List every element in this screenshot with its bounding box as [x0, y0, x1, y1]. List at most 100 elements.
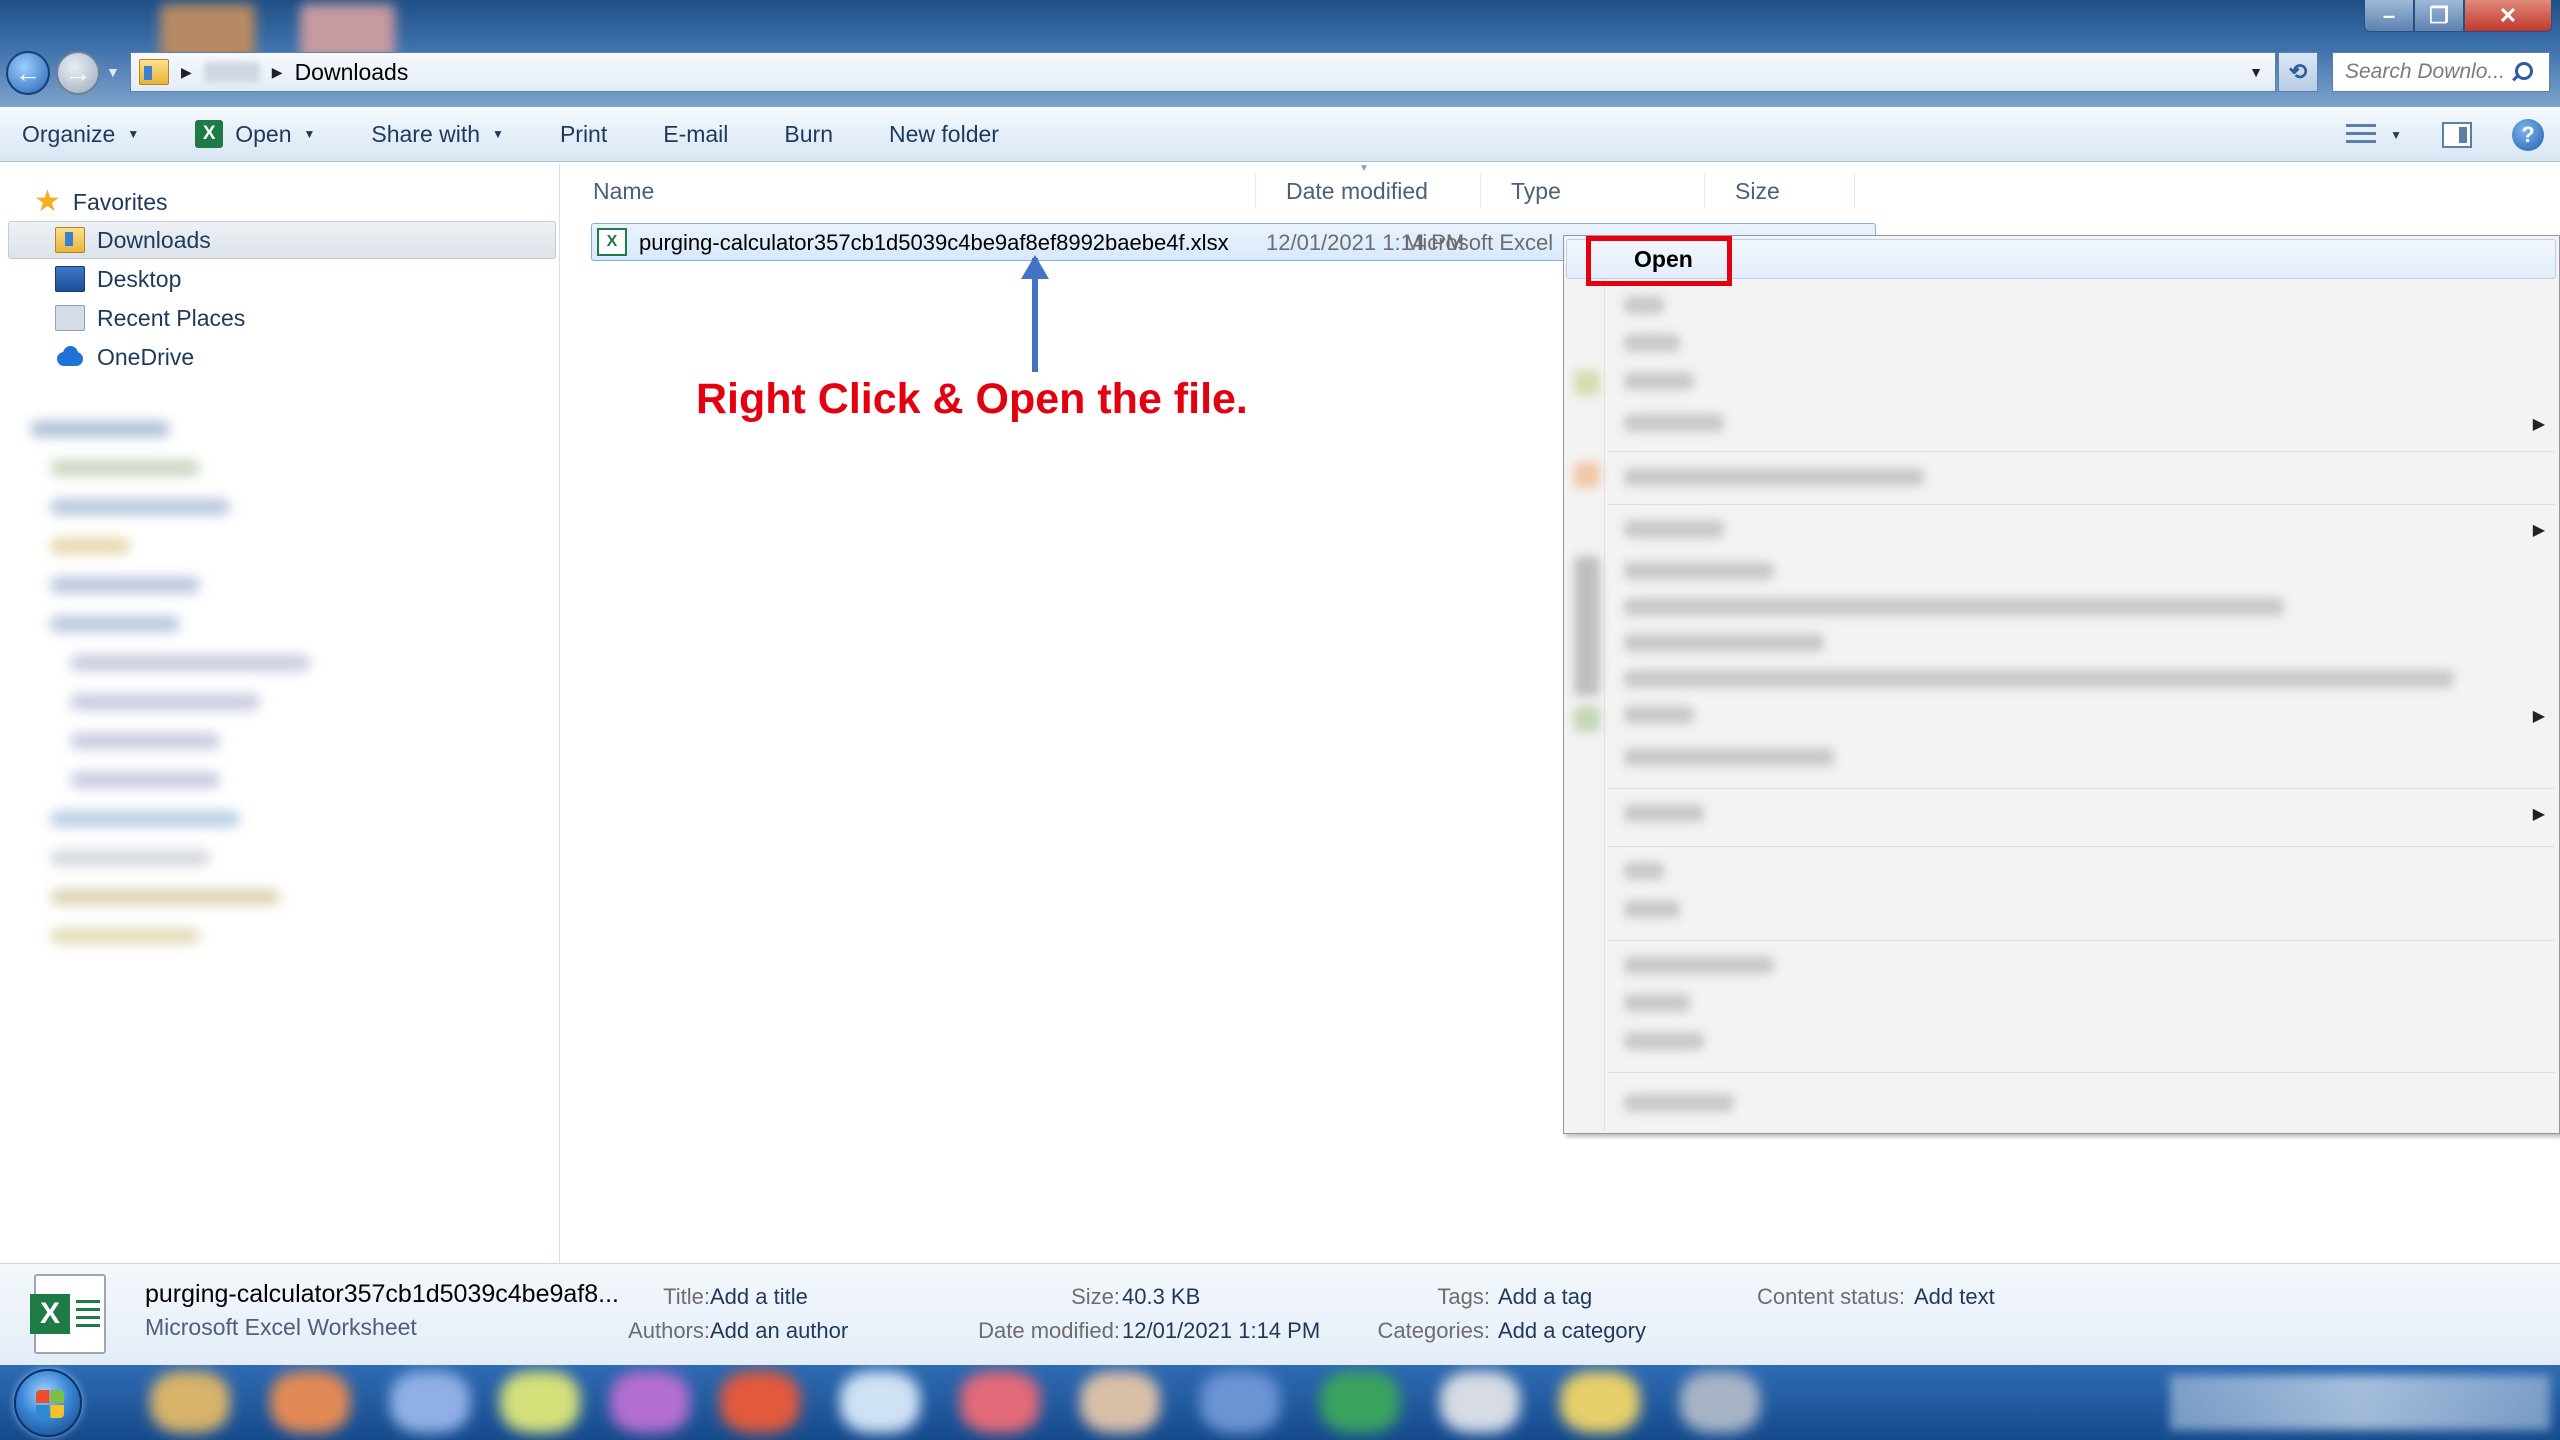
blurred-menu-item[interactable] — [1624, 670, 2454, 688]
column-header-type[interactable]: Type — [1481, 173, 1705, 209]
authors-field[interactable]: Add an author — [710, 1318, 848, 1344]
print-button[interactable]: Print — [560, 121, 607, 148]
star-icon: ★ — [34, 185, 61, 218]
downloads-folder-icon — [55, 227, 85, 253]
blurred-menu-item[interactable] — [1624, 748, 1834, 766]
arrow-left-icon: ← — [15, 57, 41, 88]
search-icon[interactable] — [2510, 61, 2533, 83]
address-dropdown-icon[interactable]: ▼ — [2249, 64, 2263, 80]
blurred-taskbar-app[interactable] — [610, 1371, 690, 1433]
sidebar-item-onedrive[interactable]: OneDrive — [55, 338, 194, 376]
blurred-menu-item[interactable] — [1624, 634, 1824, 652]
blurred-menu-item[interactable] — [1624, 334, 1680, 352]
blurred-menu-item[interactable] — [1624, 468, 1924, 486]
sidebar-favorites[interactable]: ★ Favorites — [34, 183, 168, 221]
blurred-menu-item[interactable] — [1624, 1032, 1704, 1050]
authors-label: Authors: — [628, 1318, 710, 1343]
system-tray[interactable] — [2170, 1375, 2550, 1430]
refresh-button[interactable]: ⟲ — [2278, 52, 2318, 92]
share-with-label: Share with — [371, 120, 481, 147]
restore-button[interactable]: ❐ — [2414, 0, 2464, 32]
share-with-button[interactable]: Share with ▼ — [371, 121, 504, 148]
blurred-menu-item[interactable] — [1624, 562, 1774, 580]
column-header-name[interactable]: Name — [561, 173, 1256, 209]
annotation-arrow — [1032, 258, 1038, 372]
blurred-menu-item[interactable] — [1624, 414, 1724, 432]
content-status-field[interactable]: Add text — [1914, 1284, 1995, 1310]
blurred-taskbar-app[interactable] — [720, 1371, 800, 1433]
blurred-menu-item[interactable] — [1624, 372, 1694, 390]
email-button[interactable]: E-mail — [663, 121, 728, 148]
blurred-menu-item[interactable] — [1624, 994, 1690, 1012]
blurred-taskbar-app[interactable] — [840, 1371, 920, 1433]
blurred-breadcrumb[interactable] — [203, 62, 260, 82]
sidebar-item-desktop[interactable]: Desktop — [55, 260, 181, 298]
address-bar[interactable]: ▶ ▶ Downloads ▼ — [130, 52, 2276, 92]
blurred-menu-icons — [1574, 556, 1600, 696]
title-field[interactable]: Add a title — [710, 1284, 808, 1310]
blurred-menu-item[interactable] — [1624, 520, 1724, 538]
menu-separator — [1608, 504, 2554, 505]
breadcrumb-chevron-icon[interactable]: ▶ — [181, 64, 192, 81]
blurred-taskbar-app[interactable] — [1680, 1371, 1760, 1433]
sidebar-item-label: Desktop — [97, 265, 182, 292]
menu-separator — [1608, 1072, 2554, 1073]
taskbar — [0, 1365, 2560, 1440]
chevron-down-icon[interactable]: ▼ — [303, 127, 315, 141]
blurred-menu-item[interactable] — [1624, 706, 1694, 724]
blurred-menu-item[interactable] — [1624, 862, 1664, 880]
recent-pages-dropdown[interactable]: ▼ — [106, 64, 120, 80]
blurred-menu-item[interactable] — [1624, 1094, 1734, 1112]
sidebar-item-downloads[interactable]: Downloads — [8, 221, 556, 259]
breadcrumb-chevron-icon[interactable]: ▶ — [272, 64, 283, 81]
blurred-taskbar-app[interactable] — [1080, 1371, 1160, 1433]
close-button[interactable]: ✕ — [2464, 0, 2552, 32]
back-button[interactable]: ← — [6, 51, 50, 95]
menu-separator — [1608, 788, 2554, 789]
change-view-icon[interactable] — [2346, 123, 2377, 146]
blurred-taskbar-app[interactable] — [1440, 1371, 1520, 1433]
blurred-taskbar-app[interactable] — [500, 1371, 580, 1433]
start-button[interactable] — [14, 1369, 82, 1437]
chevron-down-icon[interactable]: ▼ — [2390, 128, 2402, 142]
blurred-menu-item[interactable] — [1624, 296, 1664, 314]
sidebar-item-recent-places[interactable]: Recent Places — [55, 299, 245, 337]
search-input[interactable] — [2345, 60, 2510, 84]
column-header-size[interactable]: Size — [1705, 173, 1855, 209]
excel-file-icon: X — [597, 228, 627, 256]
navigation-pane: ★ Favorites Downloads Desktop Recent Pla… — [0, 163, 560, 1263]
details-file-type: Microsoft Excel Worksheet — [145, 1314, 417, 1340]
organize-button[interactable]: Organize ▼ — [22, 121, 139, 148]
help-icon[interactable]: ? — [2512, 118, 2544, 151]
preview-pane-icon[interactable] — [2442, 121, 2472, 148]
blurred-taskbar-app[interactable] — [960, 1371, 1040, 1433]
categories-field[interactable]: Add a category — [1498, 1318, 1646, 1344]
date-modified-label: Date modified: — [978, 1318, 1120, 1343]
file-name-cell[interactable]: purging-calculator357cb1d5039c4be9af8ef8… — [639, 224, 1229, 262]
search-box[interactable] — [2332, 52, 2550, 92]
tags-field[interactable]: Add a tag — [1498, 1284, 1592, 1310]
blurred-taskbar-app[interactable] — [150, 1371, 230, 1433]
burn-button[interactable]: Burn — [784, 121, 833, 148]
blurred-taskbar-app[interactable] — [1320, 1371, 1400, 1433]
open-button[interactable]: X Open ▼ — [195, 120, 315, 148]
details-pane: X purging-calculator357cb1d5039c4be9af8.… — [0, 1263, 2560, 1365]
blurred-menu-item[interactable] — [1624, 956, 1774, 974]
minimize-button[interactable]: – — [2364, 0, 2414, 32]
sidebar-favorites-label: Favorites — [72, 188, 168, 215]
window-titlebar: – ❐ ✕ ← → ▼ ▶ ▶ Downloads ▼ ⟲ — [0, 0, 2560, 107]
new-folder-button[interactable]: New folder — [889, 121, 999, 148]
blurred-taskbar-app[interactable] — [390, 1371, 470, 1433]
blurred-taskbar-app[interactable] — [1560, 1371, 1640, 1433]
forward-button[interactable]: → — [56, 51, 100, 95]
breadcrumb-current[interactable]: Downloads — [295, 59, 409, 86]
blurred-menu-icon — [1574, 370, 1600, 396]
blurred-menu-item[interactable] — [1624, 598, 2284, 616]
blurred-taskbar-app[interactable] — [1200, 1371, 1280, 1433]
details-file-name: purging-calculator357cb1d5039c4be9af8... — [145, 1280, 619, 1308]
column-header-date-modified[interactable]: Date modified — [1256, 173, 1481, 209]
blurred-menu-item[interactable] — [1624, 900, 1680, 918]
blurred-taskbar-app[interactable] — [270, 1371, 350, 1433]
blurred-menu-item[interactable] — [1624, 804, 1704, 822]
excel-file-icon: X — [30, 1274, 106, 1354]
